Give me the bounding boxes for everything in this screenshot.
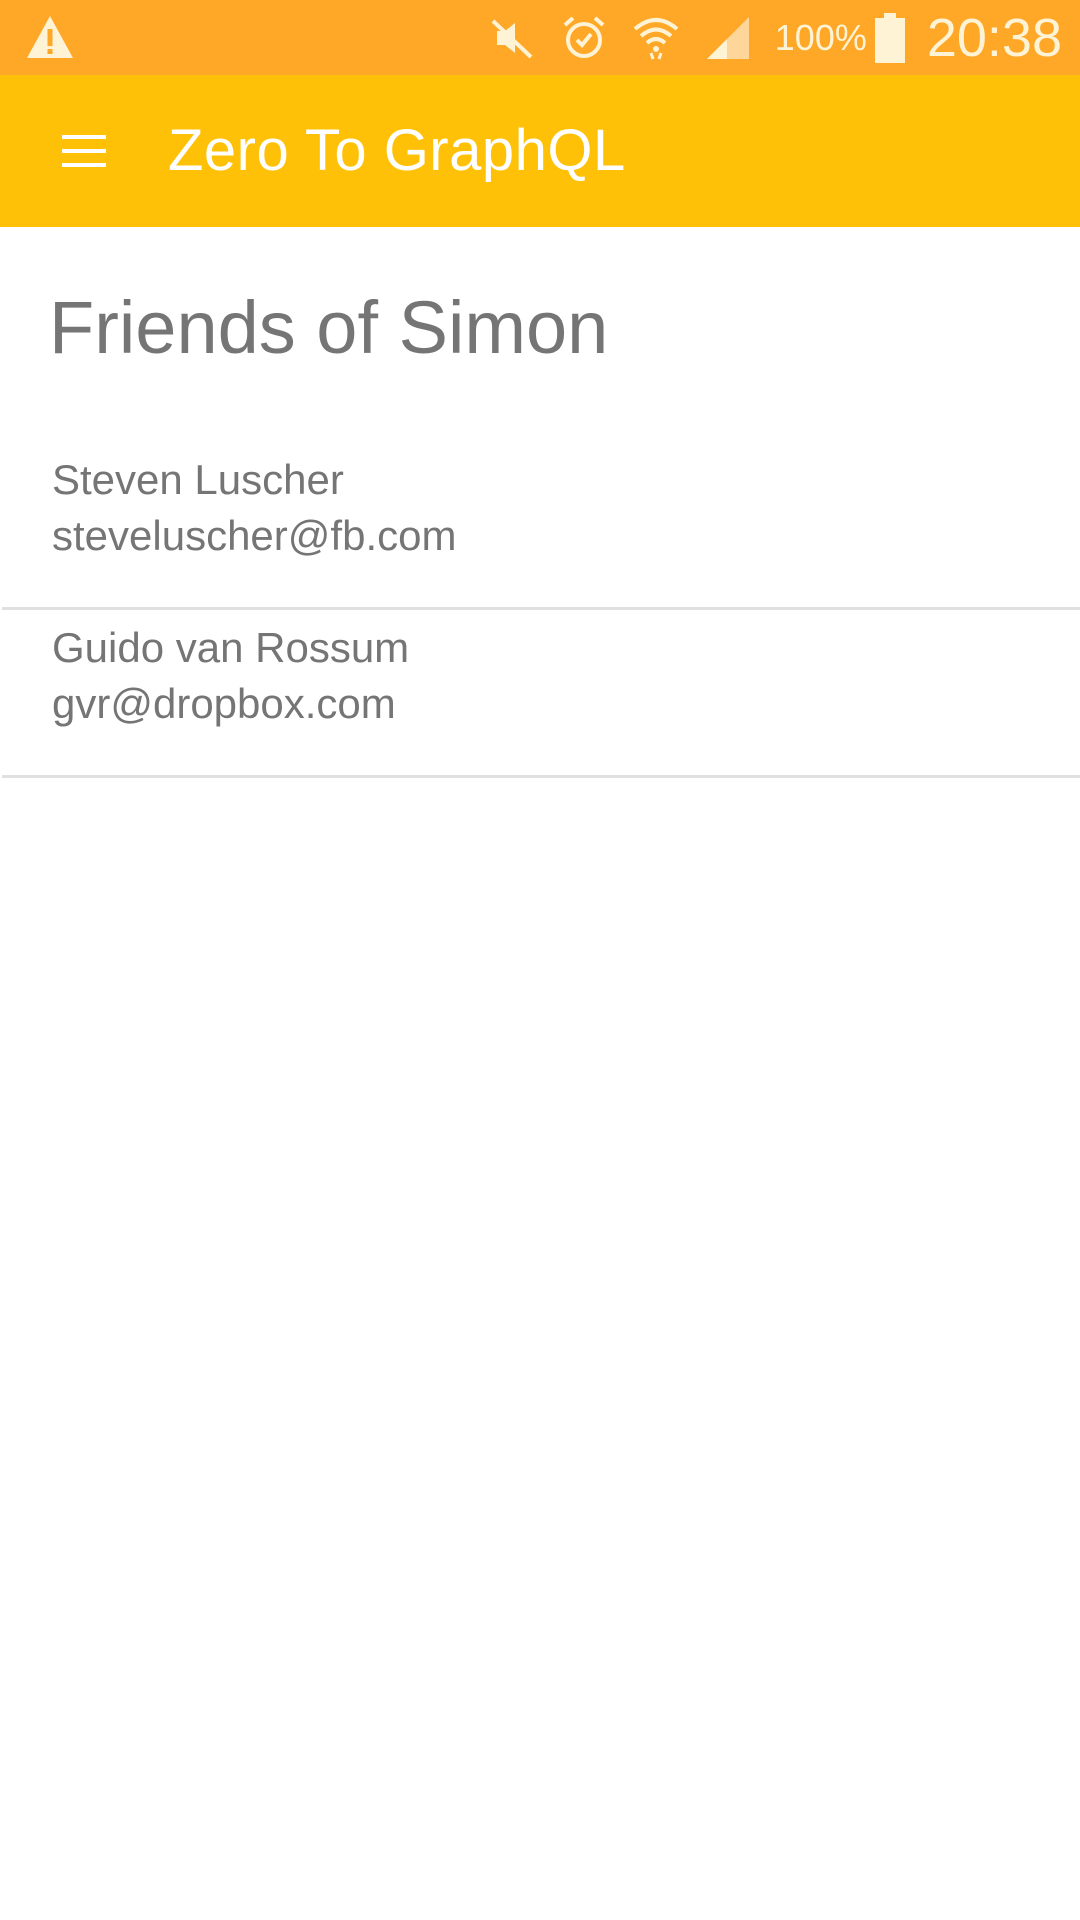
status-bar: 100% 20:38	[0, 0, 1080, 75]
status-icons: 100% 20:38	[487, 0, 1062, 75]
friend-email: steveluscher@fb.com	[52, 512, 457, 559]
wifi-icon	[633, 17, 679, 59]
list-item[interactable]: Steven Luscher steveluscher@fb.com	[2, 442, 1080, 610]
mute-icon	[491, 19, 533, 58]
warning-icon	[27, 16, 73, 58]
page-title: Friends of Simon	[49, 286, 609, 369]
app-bar: Zero To GraphQL	[0, 75, 1080, 227]
friends-list: Steven Luscher steveluscher@fb.com Guido…	[0, 442, 1080, 778]
friend-name: Guido van Rossum	[52, 624, 410, 671]
alarm-icon	[563, 15, 605, 58]
menu-icon	[62, 135, 106, 167]
menu-button[interactable]	[48, 121, 120, 181]
app-title: Zero To GraphQL	[168, 118, 626, 183]
list-item[interactable]: Guido van Rossum gvr@dropbox.com	[2, 610, 1080, 778]
friend-email: gvr@dropbox.com	[52, 680, 396, 727]
app-screen: 100% 20:38 Zero To GraphQL Friends of Si…	[0, 0, 1080, 1920]
battery-percent: 100%	[774, 16, 867, 58]
signal-icon	[706, 16, 749, 59]
friend-name: Steven Luscher	[52, 456, 344, 503]
battery-icon	[874, 12, 905, 63]
status-time: 20:38	[926, 7, 1062, 68]
